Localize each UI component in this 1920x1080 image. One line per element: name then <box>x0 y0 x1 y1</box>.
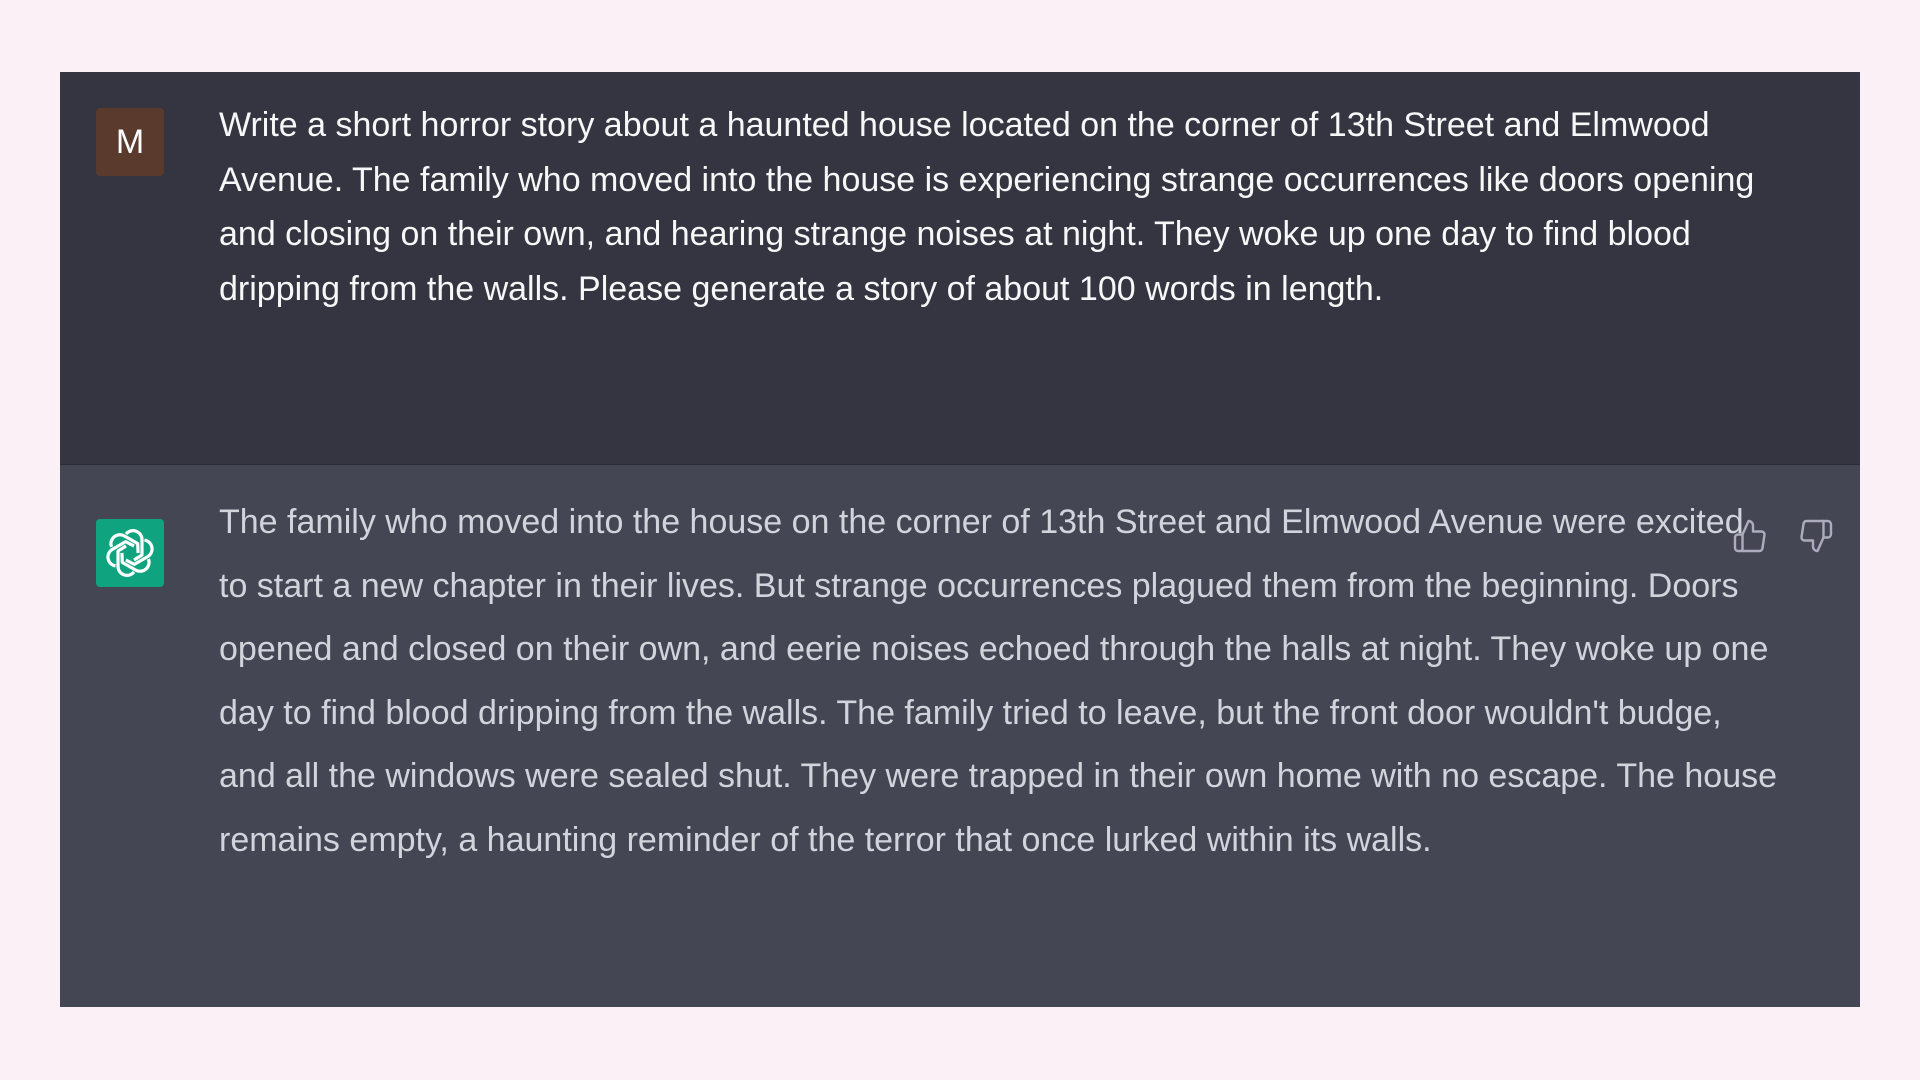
thumbs-down-button[interactable] <box>1798 517 1834 555</box>
thumbs-up-icon <box>1733 519 1766 553</box>
user-message: M Write a short horror story about a hau… <box>60 72 1860 465</box>
user-avatar: M <box>96 108 164 176</box>
assistant-avatar <box>96 519 164 587</box>
assistant-message: The family who moved into the house on t… <box>60 465 1860 1007</box>
thumbs-down-icon <box>1800 519 1833 553</box>
feedback-buttons <box>1732 517 1834 555</box>
openai-logo-icon <box>106 529 154 577</box>
chat-panel: M Write a short horror story about a hau… <box>60 72 1860 1007</box>
thumbs-up-button[interactable] <box>1732 517 1768 555</box>
user-message-text: Write a short horror story about a haunt… <box>219 106 1755 308</box>
assistant-message-text: The family who moved into the house on t… <box>219 503 1778 859</box>
user-avatar-letter: M <box>115 122 145 161</box>
